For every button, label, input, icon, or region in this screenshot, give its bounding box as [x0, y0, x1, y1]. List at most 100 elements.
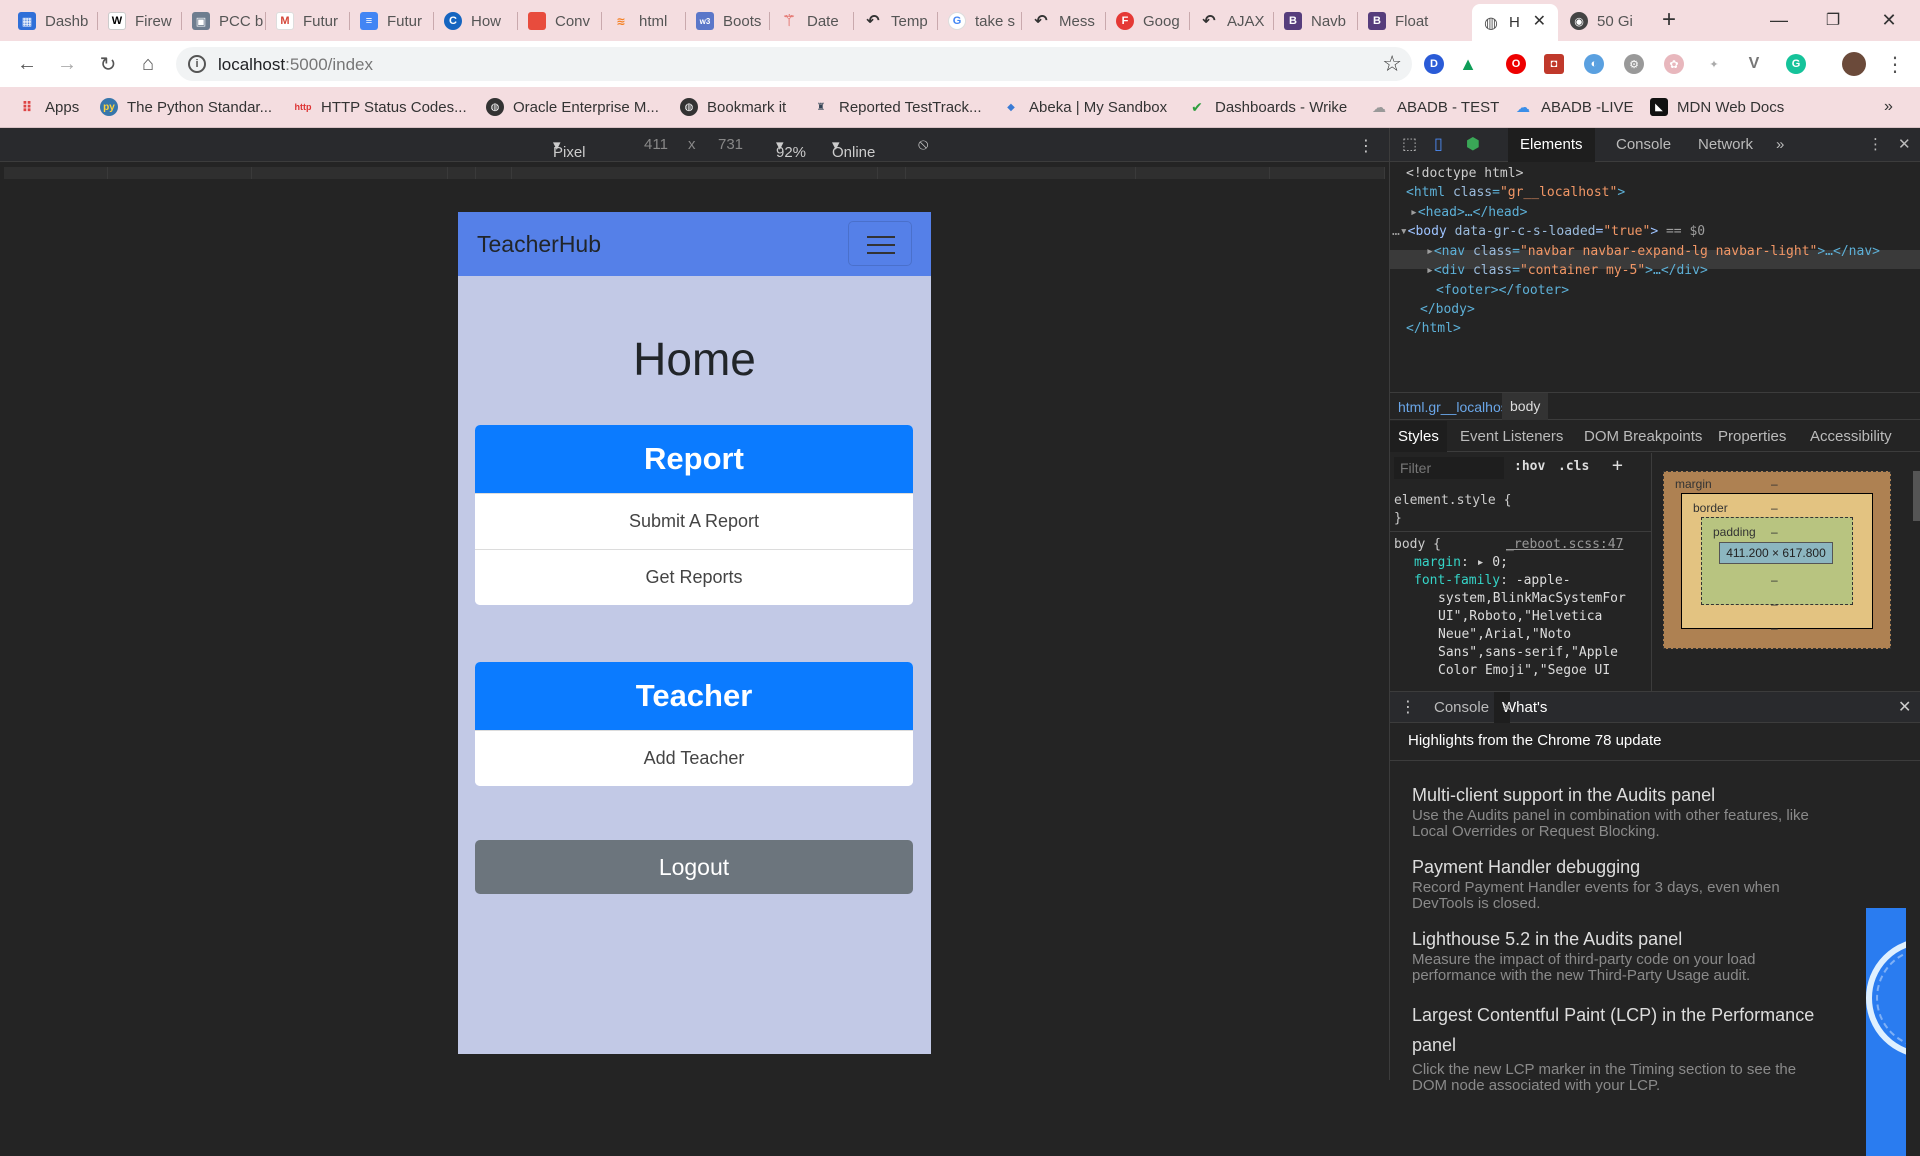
address-bar[interactable]: i localhost:5000/index ☆	[176, 47, 1412, 81]
add-style-rule-button[interactable]: +	[1612, 455, 1623, 476]
margin-bottom-value[interactable]: –	[1771, 621, 1778, 635]
close-drawer-tab-icon[interactable]: ✕	[1502, 692, 1512, 723]
drawer-menu-kebab-icon[interactable]: ⋮	[1400, 692, 1416, 723]
dom-line-head[interactable]: ▸<head>…</head>	[1410, 203, 1527, 223]
home-button[interactable]: ⌂	[133, 49, 163, 79]
margin-declaration[interactable]: margin: ▸ 0;	[1414, 555, 1508, 570]
close-window-button[interactable]: ✕	[1866, 0, 1912, 40]
tab-gmail[interactable]: M Futur	[266, 6, 350, 36]
bookmark-apps[interactable]: ⠿ Apps	[18, 97, 80, 117]
media-query-segment[interactable]	[4, 167, 108, 179]
padding-top-value[interactable]: –	[1771, 525, 1778, 539]
more-tabs-icon[interactable]: »	[1764, 128, 1796, 162]
whats-new-item[interactable]: Multi-client support in the Audits panel…	[1412, 784, 1832, 840]
bookmark-abadb-test[interactable]: ☁ ABADB - TEST	[1370, 97, 1499, 117]
border-bottom-value[interactable]: –	[1771, 597, 1778, 611]
tab-google-docs[interactable]: ≡ Futur	[350, 6, 434, 36]
tab-active-home[interactable]: ◍ H ✕	[1472, 4, 1558, 41]
submit-report-link[interactable]: Submit A Report	[475, 493, 913, 549]
tab-float[interactable]: B Float	[1358, 6, 1442, 36]
styles-filter-input[interactable]: Filter	[1394, 457, 1504, 479]
drawer-tab-whats-new[interactable]: What's New ✕	[1494, 692, 1547, 747]
media-query-segment[interactable]	[1270, 167, 1385, 179]
tab-date[interactable]: ⚚ Date	[770, 6, 854, 36]
forward-button[interactable]: →	[52, 49, 82, 79]
subtab-accessibility[interactable]: Accessibility	[1802, 421, 1900, 452]
rotate-icon[interactable]: ⦸	[918, 136, 928, 154]
tab-how[interactable]: C How	[434, 6, 518, 36]
media-query-segment[interactable]	[878, 167, 906, 179]
tab-ajax[interactable]: ↶ AJAX	[1190, 6, 1274, 36]
media-query-segment[interactable]	[108, 167, 252, 179]
font-family-declaration[interactable]: font-family: -apple-	[1414, 573, 1571, 588]
tab-pcc[interactable]: ▣ PCC b	[182, 6, 266, 36]
body-selector[interactable]: body {	[1394, 537, 1441, 552]
dom-line-footer[interactable]: <footer></footer>	[1436, 281, 1569, 301]
tab-navbar[interactable]: B Navb	[1274, 6, 1358, 36]
dom-line-nav[interactable]: ▸<nav class="navbar navbar-expand-lg nav…	[1426, 242, 1880, 262]
close-drawer-icon[interactable]: ✕	[1898, 692, 1911, 723]
bookmarks-overflow-icon[interactable]: »	[1884, 97, 1893, 117]
dom-line-html[interactable]: <html class="gr__localhost">	[1406, 183, 1625, 203]
add-teacher-link[interactable]: Add Teacher	[475, 730, 913, 786]
bookmark-wrike[interactable]: ✔ Dashboards - Wrike	[1188, 97, 1347, 117]
extension-cube-icon[interactable]: ⬢	[1454, 128, 1492, 162]
dom-line-body-close[interactable]: </body>	[1420, 300, 1475, 320]
tab-dashboard[interactable]: ▦ Dashb	[8, 6, 98, 36]
tab-temp[interactable]: ↶ Temp	[854, 6, 938, 36]
vuejs-icon[interactable]: V	[1744, 54, 1764, 74]
logout-button[interactable]: Logout	[475, 840, 913, 894]
extension-d-icon[interactable]: D	[1424, 54, 1444, 74]
restore-button[interactable]: ❐	[1810, 0, 1856, 40]
tab-firewall[interactable]: W Firew	[98, 6, 182, 36]
collapse-arrow-icon[interactable]: ▾	[1400, 224, 1408, 239]
new-tab-button[interactable]: +	[1646, 0, 1692, 40]
profile-avatar[interactable]	[1842, 52, 1866, 76]
whats-new-item[interactable]: Payment Handler debugging Record Payment …	[1412, 856, 1832, 912]
subtab-properties[interactable]: Properties	[1710, 421, 1794, 452]
minimize-button[interactable]: —	[1756, 0, 1802, 40]
element-style-rule[interactable]: element.style {	[1394, 493, 1511, 508]
dom-line-div[interactable]: ▸<div class="container my-5">…</div>	[1426, 261, 1708, 281]
back-button[interactable]: ←	[12, 49, 42, 79]
menu-kebab-icon[interactable]: ⋮	[1880, 49, 1910, 79]
scrollbar-thumb[interactable]	[1913, 471, 1920, 521]
info-icon[interactable]: i	[188, 55, 206, 73]
drawer-tab-console[interactable]: Console	[1434, 692, 1489, 723]
bookmark-star-icon[interactable]: ☆	[1382, 51, 1402, 77]
google-drive-icon[interactable]: ▲	[1458, 54, 1478, 74]
bookmark-bookmark-it[interactable]: ◍ Bookmark it	[680, 97, 786, 117]
tab-html[interactable]: ≋ html	[602, 6, 686, 36]
pocket-icon[interactable]: ◘	[1544, 54, 1564, 74]
bookmark-abeka[interactable]: ◆ Abeka | My Sandbox	[1002, 97, 1167, 117]
extension-swirl-icon[interactable]: ◐	[1584, 54, 1604, 74]
tab-google-search[interactable]: Gtake s	[938, 6, 1022, 36]
extension-flower-icon[interactable]: ✿	[1664, 54, 1684, 74]
extension-sparkle-icon[interactable]: ✦	[1704, 54, 1724, 74]
tab-mess[interactable]: ↶ Mess	[1022, 6, 1106, 36]
dom-line-html-close[interactable]: </html>	[1406, 319, 1461, 339]
padding-bottom-value[interactable]: –	[1771, 573, 1778, 587]
device-menu-kebab-icon[interactable]: ⋮	[1358, 136, 1374, 156]
tab-console[interactable]: Console	[1604, 128, 1683, 162]
cls-toggle[interactable]: .cls	[1558, 459, 1589, 474]
reload-button[interactable]: ↻	[93, 49, 123, 79]
tab-bootstrap[interactable]: w3 Boots	[686, 6, 770, 36]
bookmark-testtrack[interactable]: ♜ Reported TestTrack...	[812, 97, 982, 117]
subtab-event-listeners[interactable]: Event Listeners	[1452, 421, 1571, 452]
device-select[interactable]: Pixel 2 ▾	[553, 136, 586, 178]
zoom-select[interactable]: 92% ▾	[776, 136, 806, 161]
opera-adblock-icon[interactable]: O	[1506, 54, 1526, 74]
bookmark-oracle[interactable]: ◍ Oracle Enterprise M...	[486, 97, 659, 117]
box-content-size[interactable]: 411.200 × 617.800	[1719, 542, 1833, 564]
media-query-segment[interactable]	[1136, 167, 1270, 179]
tab-network[interactable]: Network	[1686, 128, 1765, 162]
grammarly-icon[interactable]: G	[1786, 54, 1806, 74]
navbar-toggler-button[interactable]	[848, 221, 912, 266]
hov-toggle[interactable]: :hov	[1514, 459, 1545, 474]
whats-new-item[interactable]: Lighthouse 5.2 in the Audits panel Measur…	[1412, 928, 1832, 984]
device-width[interactable]: 411	[644, 136, 668, 153]
media-query-segment[interactable]	[512, 167, 878, 179]
margin-top-value[interactable]: –	[1771, 477, 1778, 491]
dom-line-body[interactable]: …▾<body data-gr-c-s-loaded="true"> == $0	[1392, 222, 1705, 242]
